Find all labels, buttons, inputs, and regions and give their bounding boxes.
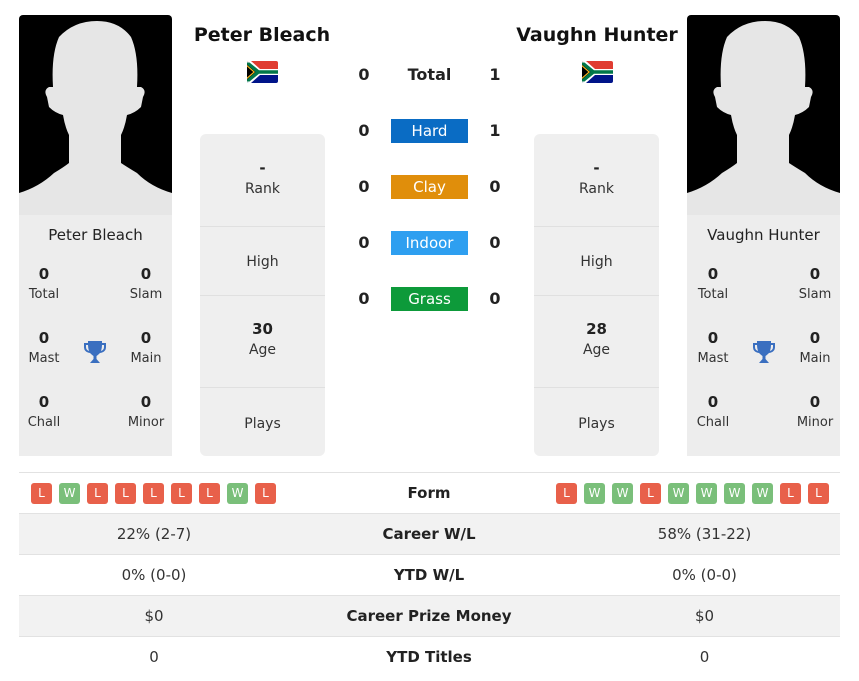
- surface-hard-button[interactable]: Hard: [391, 119, 468, 143]
- player1-plays: Plays: [244, 416, 281, 432]
- player2-rank-card: - Rank High 28 Age Plays: [534, 134, 659, 456]
- form-badge-loss[interactable]: L: [115, 483, 136, 504]
- ytd-wl-row: 0% (0-0) YTD W/L 0% (0-0): [19, 554, 840, 595]
- player2-info-card: Vaughn Hunter 0 Total 0 Slam 0 Mast 0 Ma…: [687, 215, 840, 456]
- form-badge-loss[interactable]: L: [255, 483, 276, 504]
- silhouette-icon: [19, 21, 172, 215]
- player1-photo: [19, 15, 172, 215]
- form-row: LWLLLLLWL Form LWWLWWWWLL: [19, 472, 840, 513]
- player2-ytd-titles: 0: [699, 648, 710, 666]
- player2-minor-titles: 0 Minor: [796, 393, 834, 430]
- career-wl-row: 22% (2-7) Career W/L 58% (31-22): [19, 513, 840, 554]
- form-badge-loss[interactable]: L: [780, 483, 801, 504]
- h2h-grass-p1: 0: [358, 289, 370, 308]
- form-badge-win[interactable]: W: [59, 483, 80, 504]
- player1-minor-titles: 0 Minor: [127, 393, 165, 430]
- player2-photo: [687, 15, 840, 215]
- player1-name-link[interactable]: Peter Bleach: [182, 24, 342, 46]
- player2-rank: - Rank: [534, 134, 659, 227]
- h2h-total-p1: 0: [358, 65, 370, 84]
- form-badge-loss[interactable]: L: [640, 483, 661, 504]
- h2h-grass-p2: 0: [489, 289, 501, 308]
- h2h-clay-p2: 0: [489, 177, 501, 196]
- form-badge-win[interactable]: W: [612, 483, 633, 504]
- player1-ytd-titles: 0: [149, 648, 159, 666]
- player1-ytd-wl: 0% (0-0): [121, 566, 187, 584]
- player1-slam-titles: 0 Slam: [129, 265, 163, 302]
- player1-info-card: Peter Bleach 0 Total 0 Slam 0 Mast 0 Mai…: [19, 215, 172, 456]
- surface-grass-button[interactable]: Grass: [391, 287, 468, 311]
- south-africa-flag-icon: [247, 61, 278, 83]
- player2-form: LWWLWWWWLL: [556, 473, 829, 514]
- prize-row: $0 Career Prize Money $0: [19, 595, 840, 636]
- player2-total-titles: 0 Total: [697, 265, 729, 302]
- player1-main-titles: 0 Main: [130, 329, 162, 366]
- silhouette-icon: [687, 21, 840, 215]
- surface-indoor-button[interactable]: Indoor: [391, 231, 468, 255]
- form-badge-loss[interactable]: L: [556, 483, 577, 504]
- player1-high: High: [200, 227, 325, 296]
- ytd-wl-label: YTD W/L: [393, 566, 465, 584]
- south-africa-flag-icon: [582, 61, 613, 83]
- player1-mast-titles: 0 Mast: [28, 329, 60, 366]
- form-badge-loss[interactable]: L: [143, 483, 164, 504]
- form-badge-loss[interactable]: L: [808, 483, 829, 504]
- player1-chall-titles: 0 Chall: [27, 393, 61, 430]
- form-badge-win[interactable]: W: [752, 483, 773, 504]
- player1-career-wl: 22% (2-7): [116, 525, 192, 543]
- player2-main-titles: 0 Main: [799, 329, 831, 366]
- h2h-hard-p2: 1: [489, 121, 501, 140]
- form-badge-loss[interactable]: L: [199, 483, 220, 504]
- player2-high: High: [534, 227, 659, 296]
- h2h-total-label: Total: [407, 65, 452, 84]
- player1-rank-card: - Rank High 30 Age Plays: [200, 134, 325, 456]
- h2h-clay-p1: 0: [358, 177, 370, 196]
- player2-prize: $0: [694, 607, 715, 625]
- player2-age: 28 Age: [534, 296, 659, 388]
- form-badge-win[interactable]: W: [724, 483, 745, 504]
- player1-prize: $0: [144, 607, 164, 625]
- player1-form: LWLLLLLWL: [31, 473, 276, 514]
- form-label: Form: [407, 484, 451, 502]
- h2h-total-p2: 1: [489, 65, 501, 84]
- h2h-indoor-p1: 0: [358, 233, 370, 252]
- form-badge-loss[interactable]: L: [31, 483, 52, 504]
- form-badge-win[interactable]: W: [584, 483, 605, 504]
- player2-career-wl: 58% (31-22): [657, 525, 752, 543]
- player1-total-titles: 0 Total: [28, 265, 60, 302]
- player1-age: 30 Age: [200, 296, 325, 388]
- player2-ytd-wl: 0% (0-0): [672, 566, 737, 584]
- player2-card-name: Vaughn Hunter: [707, 226, 820, 244]
- ytd-titles-label: YTD Titles: [386, 648, 472, 666]
- player1-rank: - Rank: [200, 134, 325, 227]
- form-badge-loss[interactable]: L: [171, 483, 192, 504]
- player2-chall-titles: 0 Chall: [696, 393, 730, 430]
- career-wl-label: Career W/L: [382, 525, 476, 543]
- player2-name-link[interactable]: Vaughn Hunter: [507, 24, 687, 46]
- player2-plays: Plays: [578, 416, 615, 432]
- form-badge-win[interactable]: W: [668, 483, 689, 504]
- trophy-icon: [82, 339, 108, 365]
- player2-slam-titles: 0 Slam: [798, 265, 832, 302]
- player2-mast-titles: 0 Mast: [697, 329, 729, 366]
- h2h-indoor-p2: 0: [489, 233, 501, 252]
- surface-clay-button[interactable]: Clay: [391, 175, 468, 199]
- player1-card-name: Peter Bleach: [48, 226, 143, 244]
- trophy-icon: [751, 339, 777, 365]
- prize-label: Career Prize Money: [346, 607, 512, 625]
- form-badge-win[interactable]: W: [227, 483, 248, 504]
- h2h-hard-p1: 0: [358, 121, 370, 140]
- form-badge-win[interactable]: W: [696, 483, 717, 504]
- ytd-titles-row: 0 YTD Titles 0: [19, 636, 840, 677]
- form-badge-loss[interactable]: L: [87, 483, 108, 504]
